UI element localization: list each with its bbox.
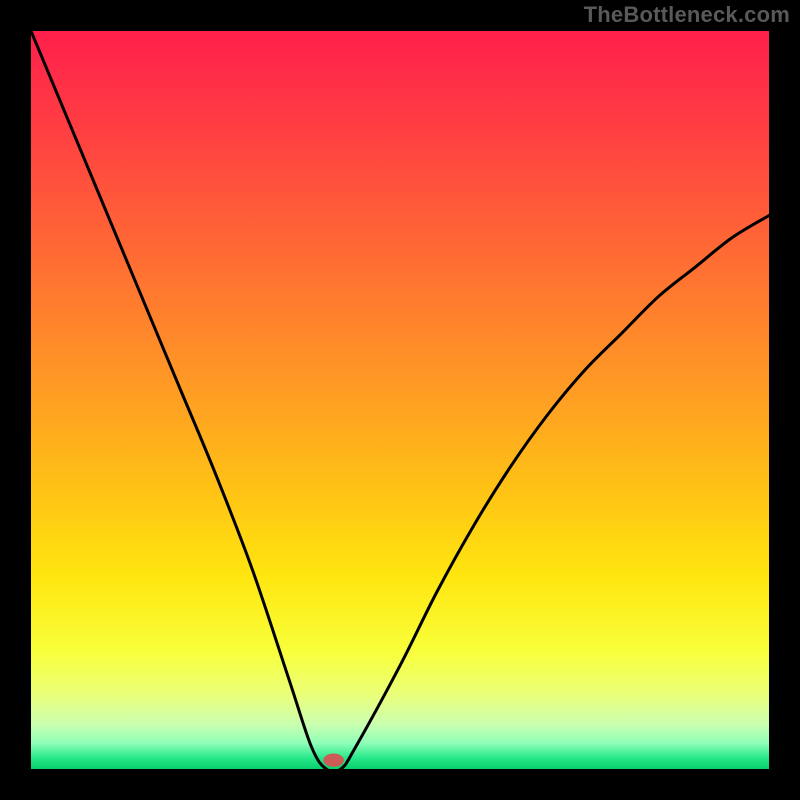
optimal-point-marker [323, 754, 344, 767]
watermark-text: TheBottleneck.com [584, 2, 790, 28]
chart-frame: TheBottleneck.com [0, 0, 800, 800]
plot-area [31, 31, 769, 769]
chart-svg [31, 31, 769, 769]
gradient-background [31, 31, 769, 769]
